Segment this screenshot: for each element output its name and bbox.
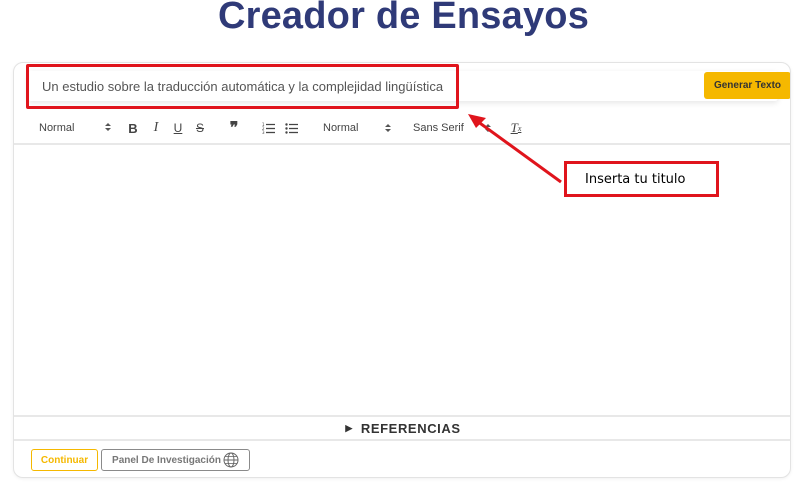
size-select-value: Normal <box>323 122 359 134</box>
editor-toolbar: Normal B I U S ❞ 1 2 3 Normal Sans Serif… <box>14 113 790 145</box>
generate-text-button[interactable]: Generar Texto <box>704 72 790 99</box>
header-select-value: Normal <box>39 122 75 134</box>
references-label: REFERENCIAS <box>360 420 461 436</box>
globe-icon <box>223 452 239 468</box>
expand-triangle-icon: ▶ <box>345 422 353 433</box>
svg-text:3: 3 <box>262 130 265 134</box>
insert-title-callout: Inserta tu titulo <box>564 161 719 197</box>
clear-format-icon[interactable]: Tx <box>507 119 525 137</box>
research-panel-button[interactable]: Panel De Investigación <box>101 449 250 471</box>
continue-button[interactable]: Continuar <box>31 449 98 471</box>
page-title: Creador de Ensayos <box>217 0 590 37</box>
blockquote-icon[interactable]: ❞ <box>225 119 243 137</box>
essay-editor-card: Generar Texto Normal B I U S ❞ 1 2 3 <box>13 62 791 478</box>
size-select[interactable]: Normal <box>323 113 358 143</box>
italic-icon[interactable]: I <box>147 119 165 137</box>
strikethrough-icon[interactable]: S <box>191 119 209 137</box>
underline-icon[interactable]: U <box>169 119 187 137</box>
bold-icon[interactable]: B <box>124 119 142 137</box>
updown-caret-icon <box>379 119 397 137</box>
callout-text: Inserta tu titulo <box>585 171 686 187</box>
updown-caret-icon <box>104 122 112 134</box>
references-toggle[interactable]: ▶ REFERENCIAS <box>14 415 790 441</box>
ordered-list-icon[interactable]: 1 2 3 <box>260 119 278 137</box>
essay-title-input[interactable] <box>28 71 688 101</box>
font-select-value: Sans Serif <box>413 122 464 134</box>
updown-caret-icon <box>479 119 497 137</box>
header-select[interactable]: Normal <box>39 113 112 143</box>
title-row: Generar Texto <box>28 71 790 101</box>
research-panel-label: Panel De Investigación <box>112 454 221 466</box>
bullet-list-icon[interactable] <box>283 119 301 137</box>
font-select[interactable]: Sans Serif <box>413 113 464 143</box>
